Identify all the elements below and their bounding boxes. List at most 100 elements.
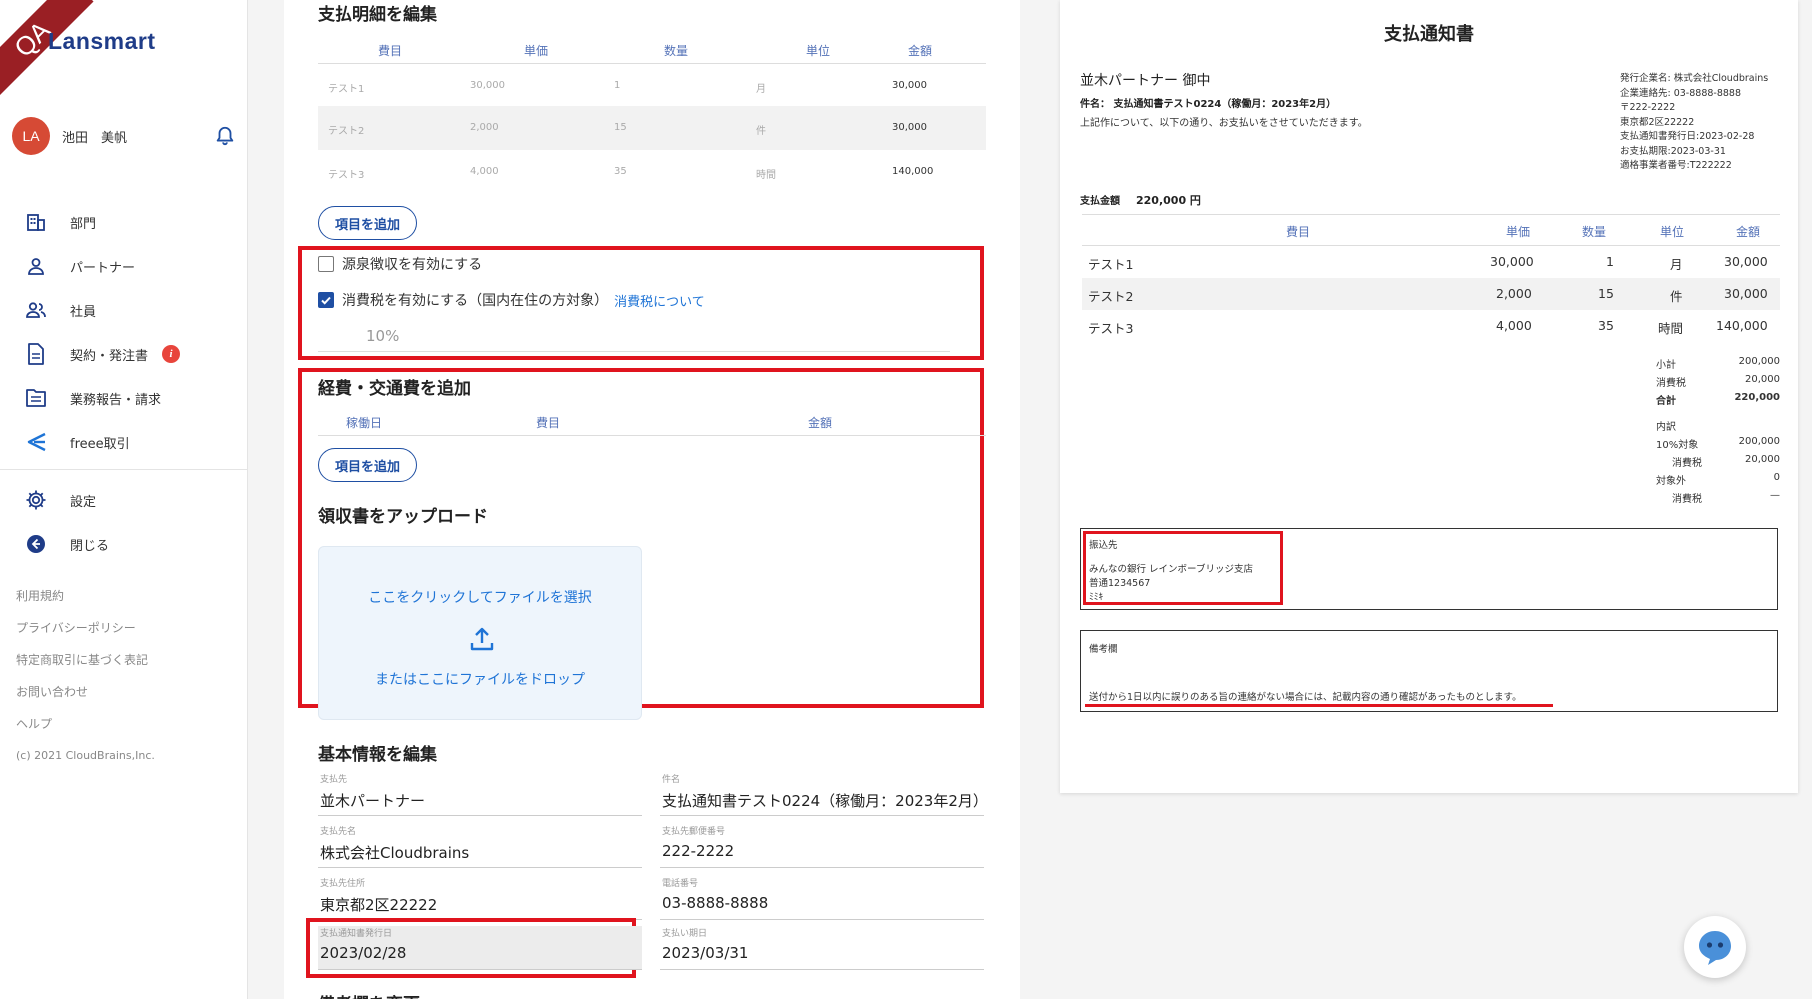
cell-unit: 月 bbox=[1670, 257, 1683, 272]
field-value: 222-2222 bbox=[662, 842, 735, 860]
sum-value: 200,000 bbox=[1738, 356, 1780, 367]
doc-pay-total: 支払金額 220,000 円 bbox=[1080, 192, 1201, 208]
doc-title: 支払通知書 bbox=[1384, 24, 1474, 45]
nav-item-partners[interactable]: パートナー bbox=[0, 244, 248, 288]
sum-value: 220,000 bbox=[1734, 392, 1780, 403]
doc-issuer-info: 発行企業名: 株式会社Cloudbrains 企業連絡先: 03-8888-88… bbox=[1620, 72, 1768, 174]
sum-label: 消費税 bbox=[1672, 458, 1702, 469]
phone-field[interactable]: 電話番号 03-8888-8888 bbox=[660, 876, 984, 920]
issuer-line: 〒222-2222 bbox=[1620, 102, 1676, 113]
issue-date-field: 支払通知書発行日 2023/02/28 bbox=[318, 926, 642, 970]
col-header: 費目 bbox=[1286, 225, 1311, 239]
footer-link-help[interactable]: ヘルプ bbox=[16, 708, 155, 740]
table-row[interactable]: テスト3 4,000 35 時間 140,000 bbox=[318, 150, 986, 194]
nav-item-settings[interactable]: 設定 bbox=[0, 478, 248, 522]
add-item-button[interactable]: 項目を追加 bbox=[318, 206, 418, 240]
receipt-upload-dropzone[interactable]: ここをクリックしてファイルを選択 またはここにファイルをドロップ bbox=[318, 546, 642, 720]
consumption-tax-link[interactable]: 消費税について bbox=[614, 291, 705, 310]
sum-row: 対象外 0 bbox=[1656, 472, 1780, 490]
cell-price[interactable]: 2,000 bbox=[470, 122, 499, 133]
cell-amount: 30,000 bbox=[1724, 254, 1768, 269]
footer-links: 利用規約 プライバシーポリシー 特定商取引に基づく表記 お問い合わせ ヘルプ (… bbox=[16, 580, 155, 772]
upload-icon bbox=[470, 627, 494, 651]
main-nav: 部門 パートナー 社員 契約・発注書 i 業務報告・請求 freee取引 bbox=[0, 200, 248, 464]
nav-label: パートナー bbox=[70, 260, 136, 276]
sum-row: 消費税 — bbox=[1656, 490, 1780, 508]
avatar[interactable]: LA bbox=[12, 117, 50, 155]
pay-amount: 220,000 円 bbox=[1136, 194, 1201, 207]
sum-spacer bbox=[1656, 410, 1780, 418]
field-label: 支払先住所 bbox=[320, 879, 366, 889]
cell-unit[interactable]: 月 bbox=[756, 80, 766, 95]
tax-rate-field[interactable]: 10% bbox=[318, 322, 950, 352]
table-row[interactable]: テスト2 2,000 15 件 30,000 bbox=[318, 106, 986, 150]
upload-click-text: ここをクリックしてファイルを選択 bbox=[368, 590, 592, 606]
field-label: 件名 bbox=[662, 775, 681, 785]
due-date-field[interactable]: 支払い期日 2023/03/31 bbox=[660, 926, 984, 970]
withholding-checkbox[interactable] bbox=[318, 256, 334, 272]
sidebar: QA Lansmart LA 池田 美帆 部門 パートナー 社員 契約・発注書 … bbox=[0, 0, 248, 999]
nav-item-freee[interactable]: freee取引 bbox=[0, 420, 248, 464]
nav-item-employees[interactable]: 社員 bbox=[0, 288, 248, 332]
sum-label: 小計 bbox=[1656, 360, 1676, 371]
doc-recipient: 並木パートナー 御中 bbox=[1080, 73, 1211, 89]
cell-qty: 35 bbox=[1598, 318, 1614, 333]
doc-intro: 上記作について、以下の通り、お支払いをさせていただきます。 bbox=[1080, 118, 1368, 129]
cell-amount: 30,000 bbox=[1724, 286, 1768, 301]
address-field[interactable]: 支払先住所 東京都2区22222 bbox=[318, 876, 642, 920]
cell-qty[interactable]: 15 bbox=[614, 122, 627, 133]
nav-item-reports[interactable]: 業務報告・請求 bbox=[0, 376, 248, 420]
field-value: 2023/02/28 bbox=[320, 944, 407, 962]
items-table-header: 費目 単価 数量 単位 金額 bbox=[318, 36, 986, 64]
sum-value: — bbox=[1770, 490, 1780, 501]
cell-price[interactable]: 4,000 bbox=[470, 166, 499, 177]
nav-label: 契約・発注書 bbox=[70, 348, 149, 364]
nav-item-collapse[interactable]: 閉じる bbox=[0, 522, 248, 566]
cell-qty[interactable]: 1 bbox=[614, 80, 620, 91]
secondary-nav: 設定 閉じる bbox=[0, 478, 248, 566]
table-row[interactable]: テスト1 30,000 1 月 30,000 bbox=[318, 64, 986, 108]
subject-field[interactable]: 件名 支払通知書テスト0224（稼働月：2023年2月） bbox=[660, 772, 986, 816]
cell-unit[interactable]: 件 bbox=[756, 122, 766, 137]
field-value: 株式会社Cloudbrains bbox=[320, 844, 470, 862]
nav-item-contracts[interactable]: 契約・発注書 i bbox=[0, 332, 248, 376]
payee-name-field[interactable]: 支払先名 株式会社Cloudbrains bbox=[318, 824, 642, 868]
payee-field[interactable]: 支払先 並木パートナー bbox=[318, 772, 642, 816]
col-header: 単価 bbox=[524, 44, 549, 58]
nav-label: 閉じる bbox=[70, 538, 110, 554]
issuer-line: 支払通知書発行日:2023-02-28 bbox=[1620, 131, 1755, 142]
footer-link-commerce[interactable]: 特定商取引に基づく表記 bbox=[16, 644, 155, 676]
col-header: 稼働日 bbox=[346, 416, 383, 430]
footer-link-terms[interactable]: 利用規約 bbox=[16, 580, 155, 612]
col-header: 金額 bbox=[1736, 225, 1761, 239]
field-label: 支払先 bbox=[320, 775, 348, 785]
payment-notice-preview: 支払通知書 並木パートナー 御中 件名： 支払通知書テスト0224（稼働月：20… bbox=[1060, 0, 1798, 793]
cell-qty: 1 bbox=[1606, 254, 1614, 269]
cell-amount: 140,000 bbox=[1716, 318, 1768, 333]
sum-row: 小計 200,000 bbox=[1656, 356, 1780, 374]
chat-support-button[interactable] bbox=[1684, 916, 1746, 978]
sum-row: 消費税 20,000 bbox=[1656, 454, 1780, 472]
issuer-line: お支払期限:2023-03-31 bbox=[1620, 145, 1726, 157]
report-icon bbox=[24, 386, 48, 410]
footer-link-privacy[interactable]: プライバシーポリシー bbox=[16, 612, 155, 644]
sum-value: 200,000 bbox=[1738, 436, 1780, 447]
edit-form-panel: 支払明細を編集 費目 単価 数量 単位 金額 テスト1 30,000 1 月 3… bbox=[284, 0, 1020, 999]
postal-code-field[interactable]: 支払先郵便番号 222-2222 bbox=[660, 824, 984, 868]
nav-item-departments[interactable]: 部門 bbox=[0, 200, 248, 244]
cell-unit[interactable]: 時間 bbox=[756, 166, 776, 181]
app-logo[interactable]: Lansmart bbox=[48, 28, 156, 55]
col-header: 単価 bbox=[1506, 225, 1531, 239]
cell-name[interactable]: テスト1 bbox=[328, 80, 364, 95]
freee-icon bbox=[24, 430, 48, 454]
sum-label: 対象外 bbox=[1656, 476, 1686, 487]
cell-price[interactable]: 30,000 bbox=[470, 80, 505, 91]
cell-name[interactable]: テスト3 bbox=[328, 166, 364, 181]
sum-value: 20,000 bbox=[1745, 374, 1780, 385]
consumption-tax-checkbox[interactable] bbox=[318, 292, 334, 308]
footer-link-contact[interactable]: お問い合わせ bbox=[16, 676, 155, 708]
add-expense-button[interactable]: 項目を追加 bbox=[318, 448, 418, 482]
cell-qty[interactable]: 35 bbox=[614, 166, 627, 177]
cell-name[interactable]: テスト2 bbox=[328, 122, 364, 137]
bell-icon[interactable] bbox=[214, 125, 236, 147]
